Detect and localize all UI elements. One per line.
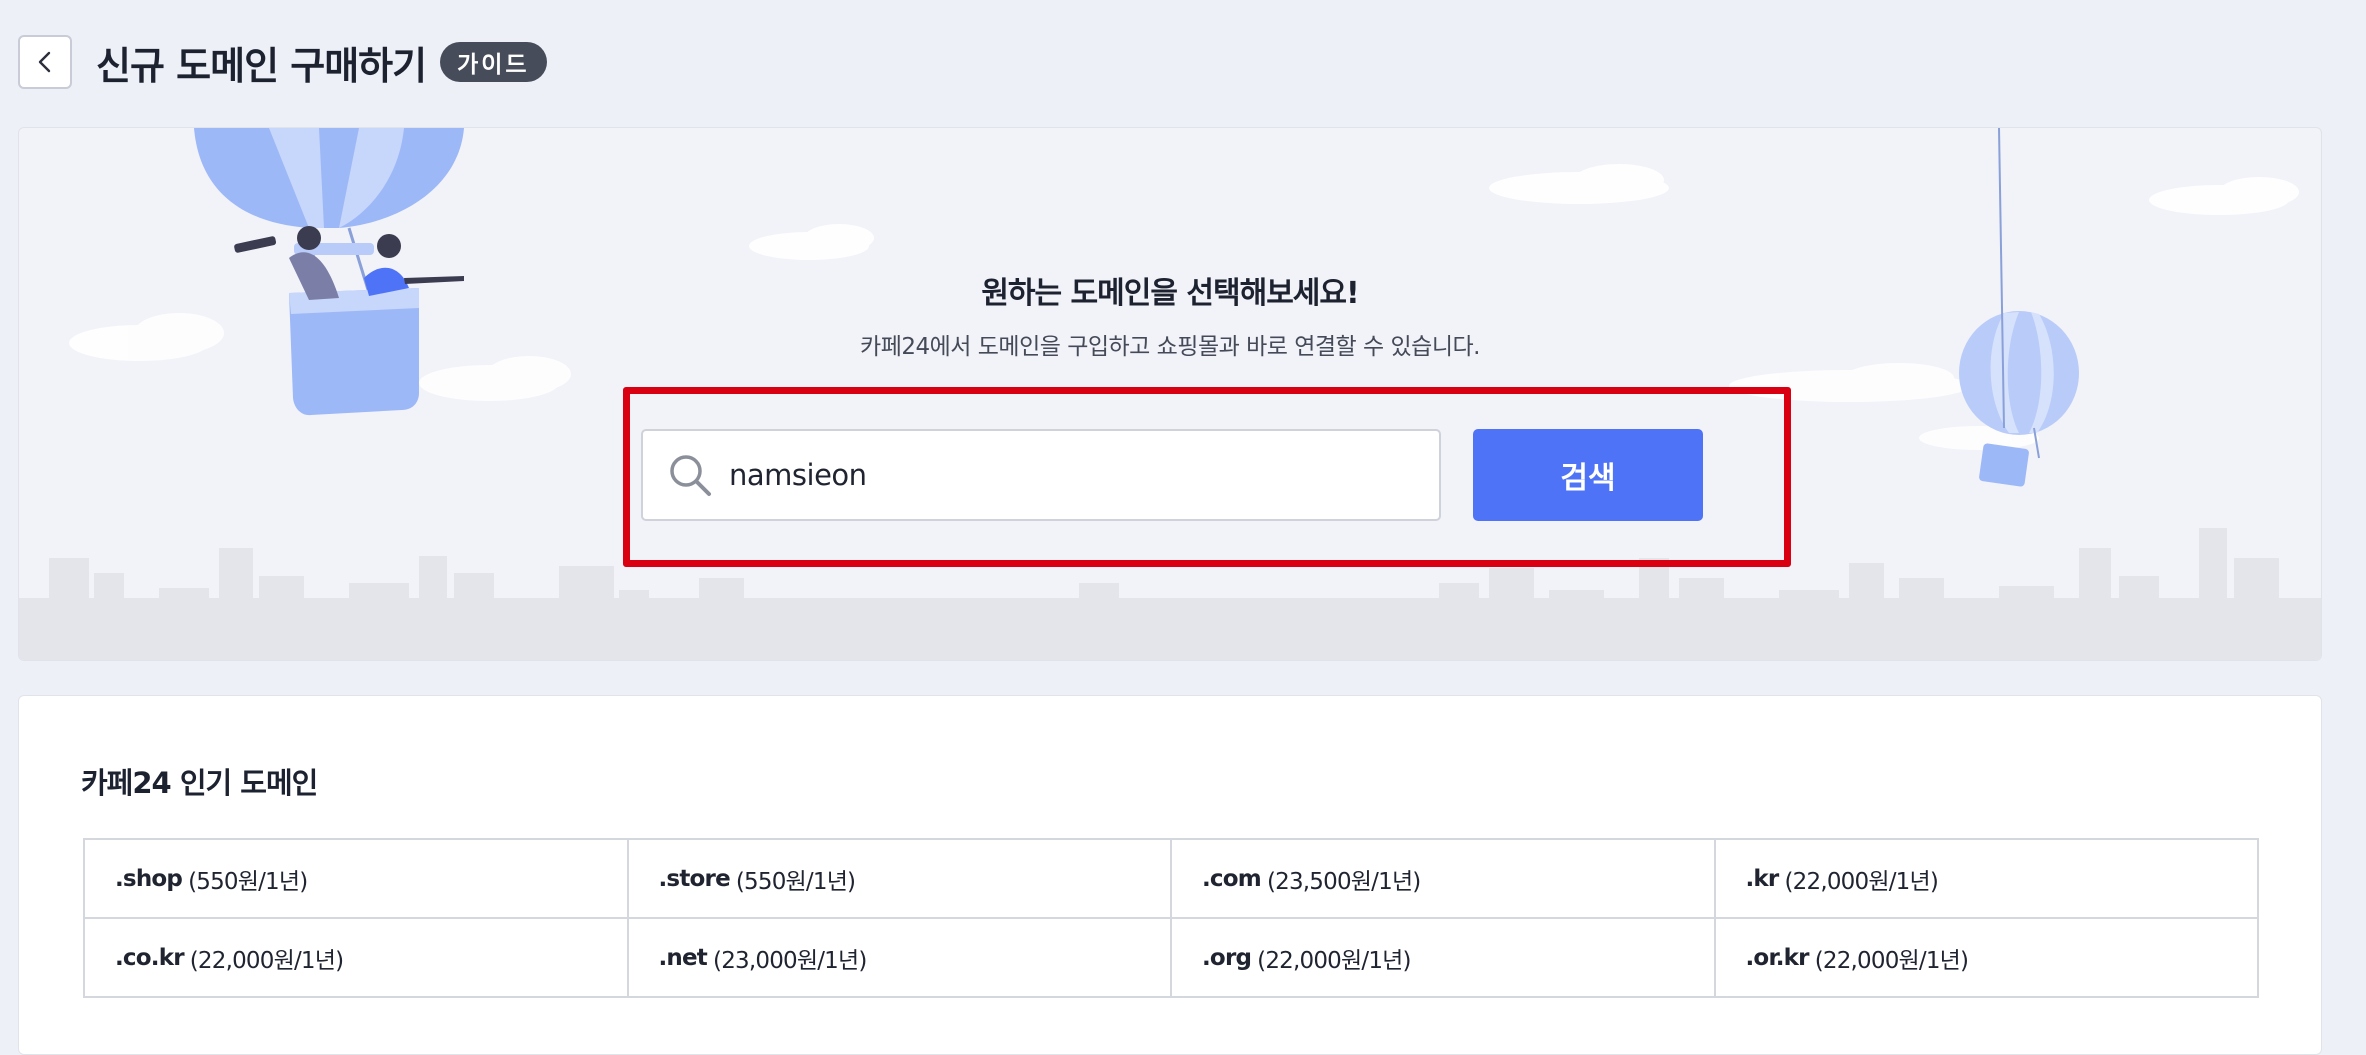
domain-item-or-kr[interactable]: .or.kr (22,000원/1년): [1715, 919, 2259, 998]
domain-tld: .kr: [1745, 865, 1780, 892]
domain-price: (550원/1년): [188, 868, 308, 895]
domain-tld: .co.kr: [115, 944, 185, 971]
banner-subtitle: 카페24에서 도메인을 구입하고 쇼핑몰과 바로 연결할 수 있습니다.: [860, 334, 1480, 360]
popular-domains-title: 카페24 인기 도메인: [81, 766, 318, 800]
guide-badge[interactable]: 가이드: [440, 42, 547, 82]
domain-item-co-kr[interactable]: .co.kr (22,000원/1년): [85, 919, 629, 998]
domain-price: (23,500원/1년): [1266, 868, 1421, 895]
search-icon: [667, 452, 713, 498]
domain-search-banner: 원하는 도메인을 선택해보세요! 카페24에서 도메인을 구입하고 쇼핑몰과 바…: [18, 127, 2322, 661]
domain-tld: .or.kr: [1745, 944, 1810, 971]
page-title: 신규 도메인 구매하기: [96, 43, 427, 88]
domain-search-field[interactable]: [641, 429, 1441, 521]
domain-item-net[interactable]: .net (23,000원/1년): [628, 919, 1172, 998]
domain-item-shop[interactable]: .shop (550원/1년): [85, 840, 629, 919]
domain-price: (22,000원/1년): [189, 947, 344, 974]
domain-tld: .store: [658, 865, 731, 892]
domain-tld: .com: [1202, 865, 1262, 892]
popular-domains-panel: 카페24 인기 도메인 .shop (550원/1년) .store (550원/1…: [18, 695, 2322, 1055]
domain-item-com[interactable]: .com (23,500원/1년): [1172, 840, 1716, 919]
domain-price: (23,000원/1년): [713, 947, 867, 974]
domain-price: (22,000원/1년): [1784, 868, 1939, 895]
domain-item-store[interactable]: .store (550원/1년): [628, 840, 1172, 919]
domain-tld: .net: [658, 944, 708, 971]
back-button[interactable]: [18, 35, 72, 89]
domain-tld: .org: [1202, 944, 1252, 971]
domain-tld: .shop: [115, 865, 183, 892]
domain-price: (550원/1년): [735, 868, 856, 895]
page-header: 신규 도메인 구매하기 가이드: [18, 34, 547, 90]
domain-price: (22,000원/1년): [1257, 947, 1411, 974]
banner-title: 원하는 도메인을 선택해보세요!: [981, 276, 1359, 311]
popular-domains-table: .shop (550원/1년) .store (550원/1년) .com (23,5…: [83, 838, 2259, 998]
domain-item-kr[interactable]: .kr (22,000원/1년): [1715, 840, 2259, 919]
domain-item-org[interactable]: .org (22,000원/1년): [1172, 919, 1716, 998]
chevron-left-icon: [38, 51, 51, 73]
domain-search-input[interactable]: [729, 445, 1389, 505]
search-button[interactable]: 검색: [1473, 429, 1703, 521]
domain-price: (22,000원/1년): [1814, 947, 1969, 974]
